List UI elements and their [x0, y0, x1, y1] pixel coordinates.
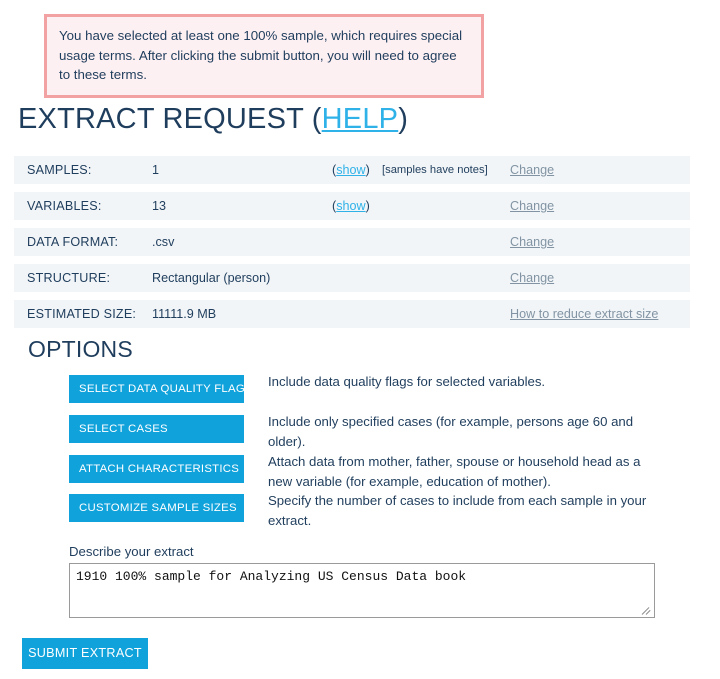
- show-link[interactable]: show: [336, 163, 365, 177]
- row-label: STRUCTURE:: [27, 271, 111, 285]
- show-close-paren: ): [365, 199, 370, 213]
- table-row: STRUCTURE: Rectangular (person) Change: [14, 264, 690, 292]
- select-cases-button[interactable]: SELECT CASES: [69, 415, 244, 443]
- option-description: Specify the number of cases to include f…: [268, 493, 647, 528]
- extract-summary-table: SAMPLES: 1 (show) [samples have notes] C…: [14, 156, 690, 336]
- row-value: 13: [152, 199, 167, 213]
- row-value: 1: [152, 163, 160, 177]
- page-title: EXTRACT REQUEST (HELP): [18, 103, 408, 136]
- row-action-link[interactable]: Change: [510, 163, 554, 177]
- table-row: ESTIMATED SIZE: 11111.9 MB How to reduce…: [14, 300, 690, 328]
- row-value: 11111.9 MB: [152, 307, 217, 321]
- customize-sample-sizes-button[interactable]: CUSTOMIZE SAMPLE SIZES: [69, 494, 244, 522]
- row-value: Rectangular (person): [152, 271, 271, 285]
- row-label: VARIABLES:: [27, 199, 102, 213]
- select-data-quality-flags-button[interactable]: SELECT DATA QUALITY FLAGS: [69, 375, 244, 403]
- option-description: Include data quality flags for selected …: [268, 374, 546, 389]
- show-link[interactable]: show: [336, 199, 365, 213]
- title-open-paren: (: [311, 103, 322, 135]
- describe-extract-input[interactable]: [69, 563, 655, 618]
- row-action-link[interactable]: Change: [510, 235, 554, 249]
- show-close-paren: ): [365, 163, 370, 177]
- table-row: VARIABLES: 13 (show) Change: [14, 192, 690, 220]
- row-label: DATA FORMAT:: [27, 235, 119, 249]
- table-row: SAMPLES: 1 (show) [samples have notes] C…: [14, 156, 690, 184]
- row-show-cell: (show): [332, 199, 370, 213]
- sample-terms-alert: You have selected at least one 100% samp…: [44, 14, 484, 98]
- page-title-text: EXTRACT REQUEST: [18, 103, 312, 135]
- help-link[interactable]: HELP: [322, 103, 399, 135]
- row-action-link[interactable]: Change: [510, 199, 554, 213]
- options-heading: OPTIONS: [28, 336, 133, 362]
- table-row: DATA FORMAT: .csv Change: [14, 228, 690, 256]
- row-label: SAMPLES:: [27, 163, 92, 177]
- row-show-cell: (show): [332, 163, 370, 177]
- option-description: Attach data from mother, father, spouse …: [268, 454, 641, 489]
- option-description: Include only specified cases (for exampl…: [268, 414, 634, 449]
- describe-extract-label: Describe your extract: [69, 544, 194, 559]
- alert-message: You have selected at least one 100% samp…: [59, 28, 463, 82]
- submit-extract-button[interactable]: SUBMIT EXTRACT: [22, 638, 148, 669]
- attach-characteristics-button[interactable]: ATTACH CHARACTERISTICS: [69, 455, 244, 483]
- row-value: .csv: [152, 235, 175, 249]
- title-close-paren: ): [398, 103, 409, 135]
- row-label: ESTIMATED SIZE:: [27, 307, 137, 321]
- row-notes: [samples have notes]: [382, 164, 488, 176]
- reduce-extract-size-link[interactable]: How to reduce extract size: [510, 307, 658, 321]
- row-action-link[interactable]: Change: [510, 271, 554, 285]
